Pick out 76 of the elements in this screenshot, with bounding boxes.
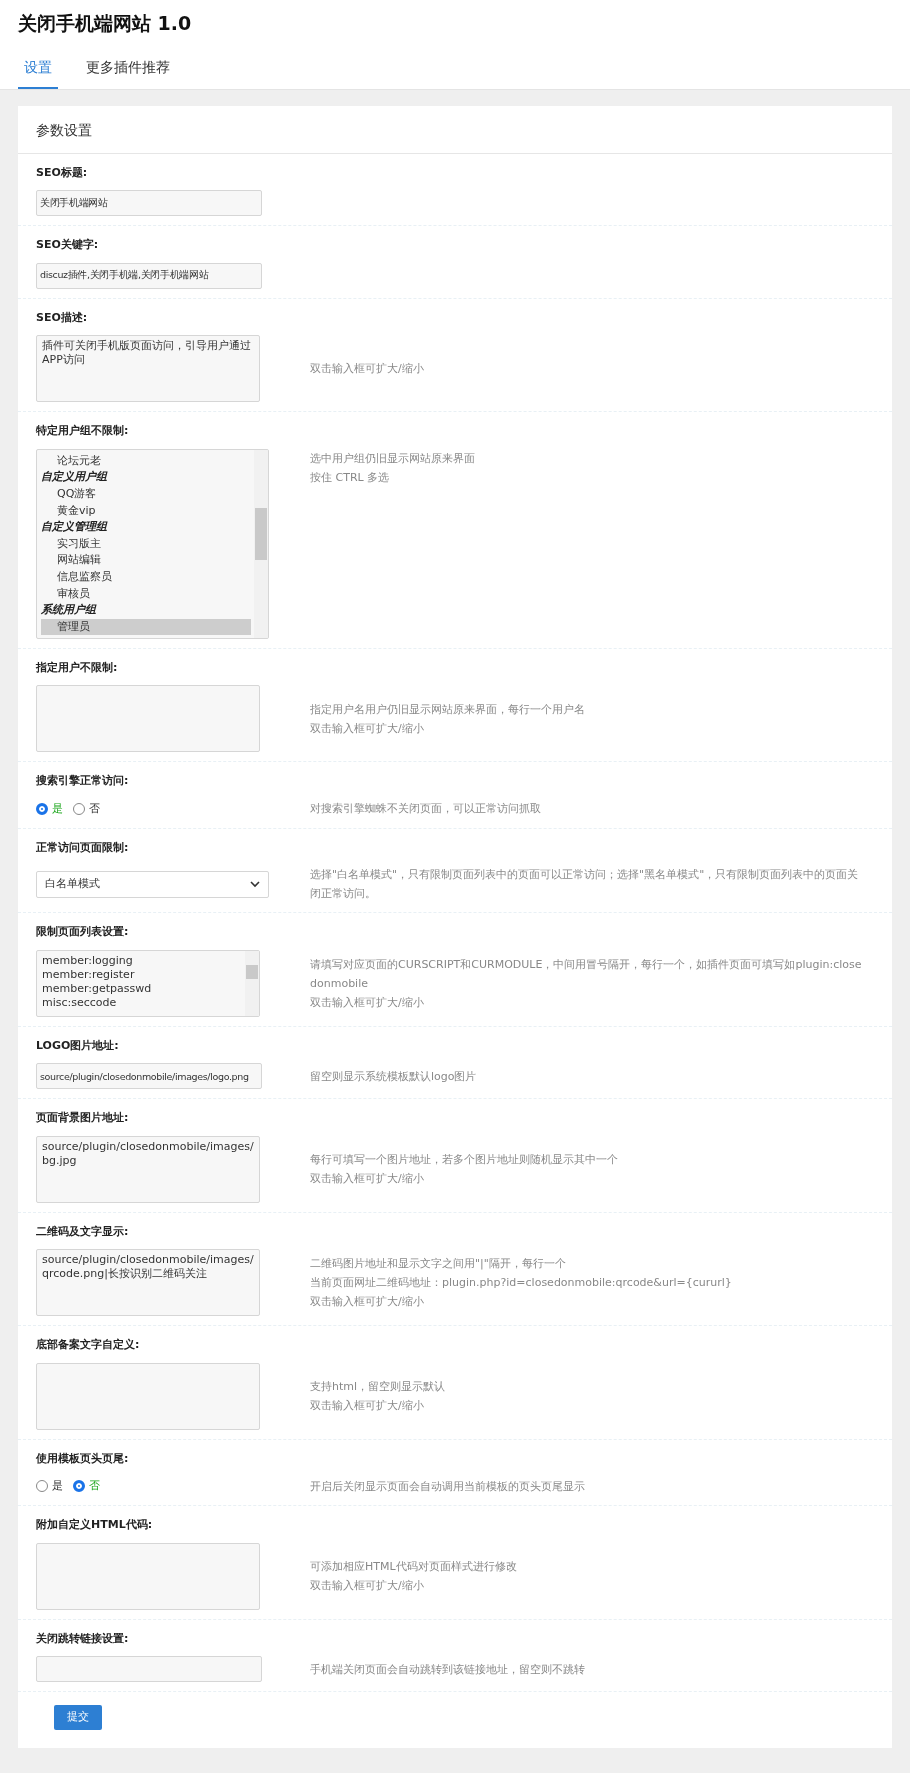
radio-label: 是 [52,800,63,817]
radio-button[interactable] [36,1480,48,1493]
hint-text: 支持html，留空则显示默认 [310,1379,447,1396]
setting-label: 使用模板页头页尾: [36,1450,130,1467]
hint-text: 指定用户名用户仍旧显示网站原来界面，每行一个用户名 [310,701,586,718]
hint-text: 二维码图片地址和显示文字之间用"|"隔开，每行一个 [310,1256,567,1273]
hint-text: 双击输入框可扩大/缩小 [310,361,425,378]
hint-text: 请填写对应页面的CURSCRIPT和CURMODULE，中间用冒号隔开，每行一个，如插件页面可填写如plugin:closedonmobile [310,956,862,992]
submit-button[interactable]: 提交 [54,1705,102,1730]
text-area[interactable] [36,1362,260,1430]
hint-text: 选择"白名单模式"，只有限制页面列表中的页面可以正常访问；选择"黑名单模式"，只有限制页面列表中的页面关闭正常访问。 [310,867,860,903]
hint-text: 可添加相应HTML代码对页面样式进行修改 [310,1559,518,1576]
radio-button[interactable] [36,802,48,815]
setting-label: SEO描述: [36,309,89,326]
text-field[interactable]: 关闭手机端网站 [36,190,262,217]
scrollbar[interactable] [254,449,268,638]
text-area[interactable]: source/plugin/closedonmobile/images/qrcode.png|长按识别二维码关注 [36,1249,260,1317]
page-title: 关闭手机端网站 1.0 [17,11,193,35]
setting-label: 特定用户组不限制: [36,423,130,440]
setting-label: SEO标题: [36,164,89,181]
radio-label: 否 [89,800,100,817]
list-option[interactable]: 实习版主 [41,535,251,553]
option-group-label: 自定义管理组 [41,519,109,536]
hint-text: 按住 CTRL 多选 [310,469,391,486]
setting-label: 正常访问页面限制: [36,839,130,856]
text-field[interactable] [36,1656,262,1683]
text-area[interactable]: 插件可关闭手机版页面访问，引导用户通过APP访问 [36,335,260,403]
radio-button[interactable] [73,802,85,815]
list-option[interactable]: 网站编辑 [41,552,251,569]
text-area[interactable]: member:logging member:register member:getpasswd misc:seccode [36,949,260,1017]
setting-label: 二维码及文字显示: [36,1223,130,1240]
hint-text: 双击输入框可扩大/缩小 [310,1578,425,1595]
radio-label: 是 [52,1478,63,1495]
tab[interactable]: 设置 [18,50,58,89]
setting-label: LOGO图片地址: [36,1037,120,1054]
chevron-down-icon [250,880,260,888]
hint-text: 开启后关闭显示页面会自动调用当前模板的页头页尾显示 [310,1478,586,1495]
radio-button[interactable] [73,1480,85,1493]
text-field[interactable]: source/plugin/closedonmobile/images/logo.png [36,1063,262,1090]
hint-text: 选中用户组仍旧显示网站原来界面 [310,450,476,467]
hint-text: 留空则显示系统模板默认logo图片 [310,1068,478,1085]
hint-text: 双击输入框可扩大/缩小 [310,1171,425,1188]
option-group-label: 系统用户组 [41,602,98,619]
setting-label: 搜索引擎正常访问: [36,773,130,790]
hint-text: 每行可填写一个图片地址，若多个图片地址则随机显示其中一个 [310,1152,619,1169]
scrollbar[interactable] [245,950,259,1016]
hint-text: 双击输入框可扩大/缩小 [310,720,425,737]
setting-label: 附加自定义HTML代码: [36,1517,154,1534]
list-option[interactable]: 审核员 [41,585,251,603]
list-option[interactable]: 信息监察员 [41,568,251,586]
list-option[interactable]: 管理员 [41,618,251,636]
panel-title: 参数设置 [18,105,892,154]
setting-label: 关闭跳转链接设置: [36,1630,130,1647]
list-option[interactable]: QQ游客 [41,486,251,503]
hint-text: 手机端关闭页面会自动跳转到该链接地址，留空则不跳转 [310,1661,586,1678]
hint-text: 双击输入框可扩大/缩小 [310,994,425,1011]
hint-text: 对搜索引擎蜘蛛不关闭页面，可以正常访问抓取 [310,801,542,818]
option-group-label: 自定义用户组 [41,469,109,486]
hint-text: 双击输入框可扩大/缩小 [310,1294,425,1311]
setting-label: 指定用户不限制: [36,659,119,676]
list-option[interactable]: 黄金vip [41,502,251,520]
text-area[interactable] [36,685,260,753]
text-area[interactable] [36,1542,260,1610]
setting-label: SEO关键字: [36,237,100,254]
hint-text: 双击输入框可扩大/缩小 [310,1398,425,1415]
setting-label: 限制页面列表设置: [36,924,130,941]
text-area[interactable]: source/plugin/closedonmobile/images/bg.jpg [36,1135,260,1203]
setting-label: 页面背景图片地址: [36,1110,130,1127]
dropdown[interactable]: 白名单模式 [36,870,269,898]
radio-label: 否 [89,1478,100,1495]
setting-label: 底部备案文字自定义: [36,1337,141,1354]
text-field[interactable]: discuz插件,关闭手机端,关闭手机端网站 [36,262,262,289]
multi-select-list[interactable]: 论坛元老 自定义用户组 QQ游客 黄金vip 自定义管理组 实习版主 网站编辑 信息监察员 审核员 系统用户组 管理员 [36,448,269,639]
tab[interactable]: 更多插件推荐 [80,50,176,89]
hint-text: 当前页面网址二维码地址：plugin.php?id=closedonmobile:qrcode&url={cururl} [310,1275,733,1292]
list-option[interactable]: 论坛元老 [41,452,251,470]
